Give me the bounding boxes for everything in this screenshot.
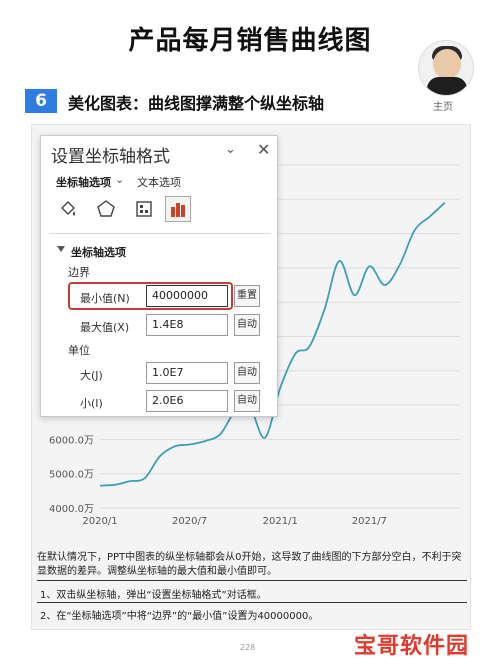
minor-label: 小(I) bbox=[80, 397, 103, 410]
major-label: 大(J) bbox=[80, 369, 103, 382]
section-collapse-icon[interactable] bbox=[57, 246, 65, 252]
min-value-input[interactable]: 40000000 bbox=[146, 285, 228, 307]
step-2-text: 2、在“坐标轴选项”中将“边界”的“最小值”设置为40000000。 bbox=[40, 611, 319, 622]
max-label: 最大值(X) bbox=[80, 321, 130, 334]
dialog-title: 设置坐标轴格式 bbox=[51, 147, 170, 167]
max-value-input[interactable]: 1.4E8 bbox=[146, 314, 228, 336]
min-label: 最小值(N) bbox=[80, 292, 130, 305]
fill-line-icon[interactable] bbox=[55, 196, 81, 222]
y-tick-label: 4000.0万 bbox=[49, 504, 94, 515]
y-tick-label: 5000.0万 bbox=[49, 470, 94, 481]
x-tick-label: 2020/1 bbox=[82, 516, 117, 527]
tab-text-options[interactable]: 文本选项 bbox=[137, 174, 181, 190]
close-icon[interactable]: ✕ bbox=[257, 140, 270, 159]
max-auto-button[interactable]: 自动 bbox=[234, 314, 260, 336]
chevron-down-icon[interactable]: ⌄ bbox=[225, 142, 236, 157]
section-axis-options[interactable]: 坐标轴选项 bbox=[71, 244, 126, 260]
caption-divider bbox=[37, 580, 467, 581]
step-1-text: 1、双击纵坐标轴，弹出“设置坐标轴格式”对话框。 bbox=[40, 590, 267, 601]
minor-unit-input[interactable]: 2.0E6 bbox=[146, 390, 228, 412]
watermark-text: 宝哥软件园 bbox=[354, 634, 470, 659]
units-label: 单位 bbox=[68, 344, 90, 357]
y-tick-label: 6000.0万 bbox=[49, 435, 94, 446]
page-number: 228 bbox=[240, 643, 256, 652]
major-unit-input[interactable]: 1.0E7 bbox=[146, 362, 228, 384]
minor-auto-button[interactable]: 自动 bbox=[234, 390, 260, 412]
size-properties-icon[interactable] bbox=[131, 196, 157, 222]
x-tick-label: 2021/7 bbox=[352, 516, 387, 527]
tab-axis-options[interactable]: 坐标轴选项 bbox=[56, 174, 111, 190]
watermark: 宝哥软件园 bbox=[350, 622, 500, 667]
format-axis-dialog: 设置坐标轴格式 ⌄ ✕ 坐标轴选项 ⌄ 文本选项 坐标轴选项 边界 最小值(N)… bbox=[40, 135, 278, 417]
step-divider bbox=[37, 602, 467, 603]
x-tick-label: 2020/7 bbox=[172, 516, 207, 527]
min-reset-button[interactable]: 重置 bbox=[234, 285, 260, 307]
bounds-label: 边界 bbox=[68, 266, 90, 279]
x-tick-label: 2021/1 bbox=[263, 516, 298, 527]
dialog-separator bbox=[49, 233, 271, 234]
caption-paragraph: 在默认情况下，PPT中图表的纵坐标轴都会从0开始，这导致了曲线图的下方部分空白，… bbox=[37, 552, 462, 577]
effects-icon[interactable] bbox=[93, 196, 119, 222]
axis-options-icon[interactable] bbox=[165, 196, 191, 222]
tab-chevron-icon[interactable]: ⌄ bbox=[115, 173, 124, 186]
major-auto-button[interactable]: 自动 bbox=[234, 362, 260, 384]
